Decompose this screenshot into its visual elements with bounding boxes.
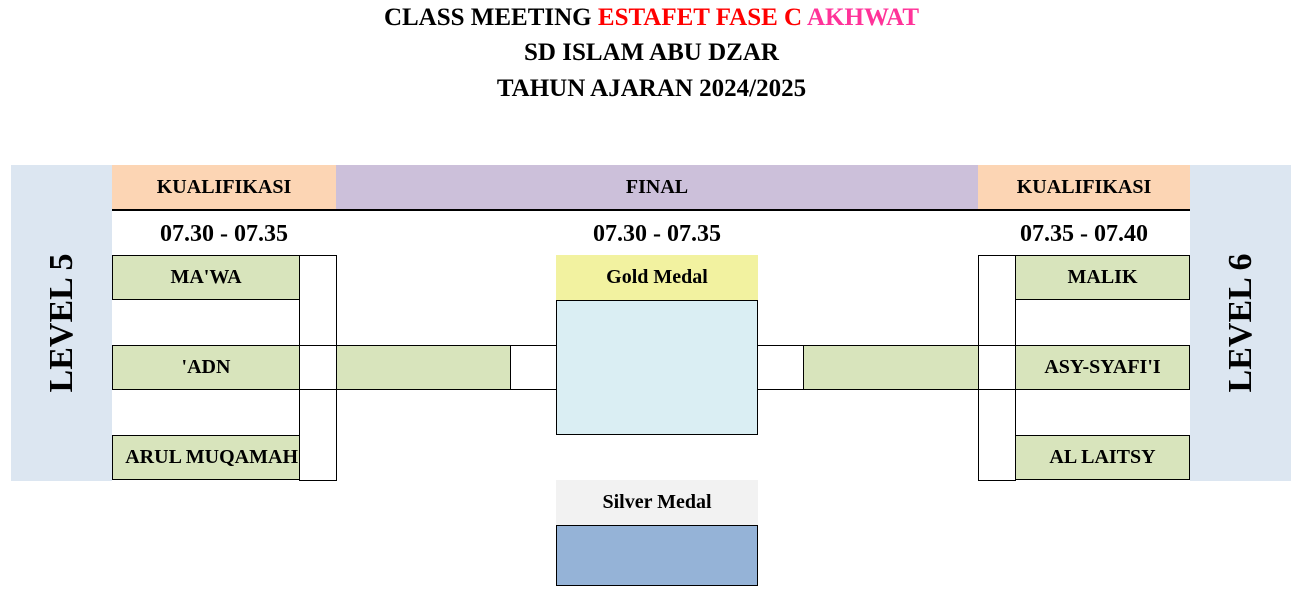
left-final-slot — [336, 345, 511, 390]
gold-medal-header: Gold Medal — [556, 255, 758, 300]
title-line-1: CLASS MEETING ESTAFET FASE C AKHWAT — [0, 3, 1303, 33]
team-asy-syafii: ASY-SYAFI'I — [1015, 345, 1190, 390]
left-final-link — [510, 345, 557, 390]
silver-medal-header: Silver Medal — [556, 480, 758, 525]
team-malik: MALIK — [1015, 255, 1190, 300]
level-6-label: LEVEL 6 — [1221, 253, 1259, 393]
right-time: 07.35 - 07.40 — [1020, 220, 1148, 247]
right-final-link — [757, 345, 804, 390]
title-estafet: ESTAFET FASE C — [597, 4, 803, 31]
team-mawa: MA'WA — [112, 255, 300, 300]
level-5-label: LEVEL 5 — [42, 253, 80, 393]
header-underline — [112, 209, 1190, 211]
silver-medal-box — [556, 525, 758, 586]
level-5-band: LEVEL 5 — [11, 165, 112, 481]
right-qualifier-header: KUALIFIKASI — [978, 165, 1190, 209]
level-6-band: LEVEL 6 — [1190, 165, 1291, 481]
left-time: 07.30 - 07.35 — [160, 220, 288, 247]
team-adn: 'ADN — [112, 345, 300, 390]
left-bracket-link — [299, 345, 337, 390]
title-class-meeting: CLASS MEETING — [383, 4, 592, 31]
final-time: 07.30 - 07.35 — [593, 220, 721, 247]
title-school: SD ISLAM ABU DZAR — [524, 39, 779, 66]
gold-medal-box — [556, 300, 758, 435]
team-arul-muqamah: ARUL MUQAMAH — [112, 435, 300, 480]
title-year: TAHUN AJARAN 2024/2025 — [496, 75, 807, 102]
team-al-laitsy: AL LAITSY — [1015, 435, 1190, 480]
left-qualifier-header: KUALIFIKASI — [112, 165, 336, 209]
final-header: FINAL — [336, 165, 978, 209]
title-akhwat: AKHWAT — [807, 4, 920, 31]
right-final-slot — [803, 345, 979, 390]
right-bracket-link — [978, 345, 1016, 390]
